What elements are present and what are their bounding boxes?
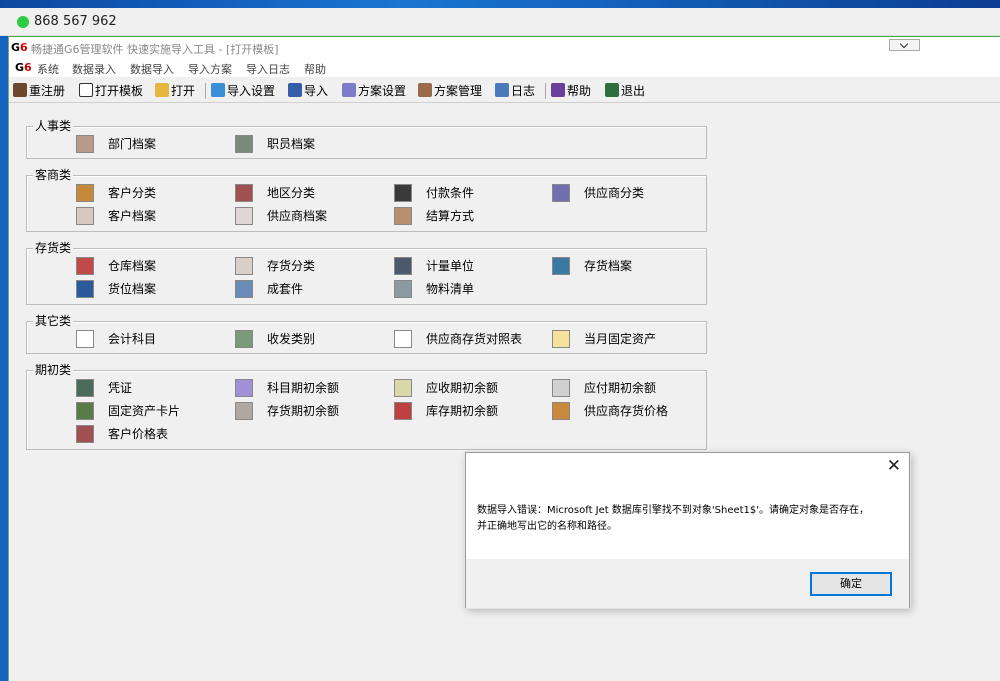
g6-menu-logo-icon[interactable]: G6: [15, 61, 32, 74]
group-title: 其它类: [33, 314, 74, 328]
toolbar-exit-button[interactable]: 退出: [605, 82, 645, 100]
payment-terms-icon: [394, 184, 412, 202]
ok-button[interactable]: 确定: [810, 572, 892, 596]
scheme-settings-icon: [342, 83, 356, 97]
toolbar-open-button[interactable]: 打开: [155, 82, 195, 100]
close-icon[interactable]: ✕: [887, 456, 901, 476]
scheme-manage-icon: [418, 83, 432, 97]
toolbar-scheme-settings-button[interactable]: 方案设置: [342, 82, 406, 100]
group-personnel: 人事类 部门档案 职员档案: [26, 119, 707, 159]
reregister-icon: [13, 83, 27, 97]
menu-data-import[interactable]: 数据导入: [130, 61, 174, 77]
customer-price-list-icon: [76, 425, 94, 443]
toolbar-import-settings-button[interactable]: 导入设置: [211, 82, 275, 100]
warehouse-icon: [76, 257, 94, 275]
import-icon: [288, 83, 302, 97]
unit-icon: [394, 257, 412, 275]
group-other: 其它类 会计科目 收发类别 供应商存货对照表 当月固定资产: [26, 314, 707, 354]
menu-bar: G6 系统 数据录入 数据导入 导入方案 导入日志 帮助: [9, 59, 1000, 77]
menu-data-entry[interactable]: 数据录入: [72, 61, 116, 77]
bom-icon: [394, 280, 412, 298]
menu-help[interactable]: 帮助: [304, 61, 326, 77]
group-customer-supplier: 客商类 客户分类 地区分类 付款条件 供应商分类 客户档案 供应商档案 结算方式: [26, 168, 707, 232]
supplier-category-icon: [552, 184, 570, 202]
supplier-stock-price-icon: [552, 402, 570, 420]
toolbar-separator: [545, 83, 546, 99]
document-icon: [79, 83, 93, 97]
group-title: 客商类: [33, 168, 74, 182]
toolbar-help-button[interactable]: 帮助: [551, 82, 591, 100]
payable-opening-balance-icon: [552, 379, 570, 397]
customer-category-icon: [76, 184, 94, 202]
receivable-opening-balance-icon: [394, 379, 412, 397]
toolbar-scheme-manage-button[interactable]: 方案管理: [418, 82, 482, 100]
toolbar-import-button[interactable]: 导入: [288, 82, 328, 100]
connection-status-icon: [17, 16, 29, 28]
error-message: 数据导入错误：Microsoft Jet 数据库引擎找不到对象'Sheet1$'…: [477, 503, 897, 535]
desktop-top-strip: [0, 0, 1000, 8]
kit-icon: [235, 280, 253, 298]
fixed-assets-month-icon: [552, 330, 570, 348]
remote-id: 868 567 962: [34, 14, 117, 29]
customer-file-icon: [76, 207, 94, 225]
region-category-icon: [235, 184, 253, 202]
error-dialog: ✕ 数据导入错误：Microsoft Jet 数据库引擎找不到对象'Sheet1…: [465, 452, 910, 608]
group-title: 期初类: [33, 363, 74, 377]
exit-door-icon: [605, 83, 619, 97]
folder-open-icon: [155, 83, 169, 97]
group-inventory: 存货类 仓库档案 存货分类 计量单位 存货档案 货位档案 成套件 物料清单: [26, 241, 707, 305]
toolbar-separator: [205, 83, 206, 99]
g6-logo-icon: G6: [11, 41, 28, 54]
title-bar: G6 畅捷通G6管理软件 快速实施导入工具 - [打开模板]: [9, 37, 1000, 59]
receive-send-type-icon: [235, 330, 253, 348]
inventory-opening-balance-icon: [394, 402, 412, 420]
group-opening: 期初类 凭证 科目期初余额 应收期初余额 应付期初余额 固定资产卡片 存货期初余…: [26, 363, 707, 450]
window-title: 畅捷通G6管理软件 快速实施导入工具 - [打开模板]: [31, 43, 279, 56]
employee-icon: [235, 135, 253, 153]
supplier-file-icon: [235, 207, 253, 225]
settlement-method-icon: [394, 207, 412, 225]
subject-opening-balance-icon: [235, 379, 253, 397]
remote-session-bar: 868 567 962: [0, 8, 1000, 36]
menu-import-scheme[interactable]: 导入方案: [188, 61, 232, 77]
toolbar: 重注册 打开模板 打开 导入设置 导入 方案设置 方案管理 日志 帮助 退出: [9, 79, 1000, 103]
location-icon: [76, 280, 94, 298]
stock-category-icon: [235, 257, 253, 275]
department-icon: [76, 135, 94, 153]
toolbar-log-button[interactable]: 日志: [495, 82, 535, 100]
stock-opening-balance-icon: [235, 402, 253, 420]
stock-file-icon: [552, 257, 570, 275]
collapse-button[interactable]: [889, 39, 920, 51]
menu-import-log[interactable]: 导入日志: [246, 61, 290, 77]
menu-system[interactable]: 系统: [37, 61, 59, 77]
fixed-asset-card-icon: [76, 402, 94, 420]
dialog-footer: 确定: [466, 559, 909, 608]
group-title: 人事类: [33, 119, 74, 133]
log-icon: [495, 83, 509, 97]
error-message-line2: 并正确地写出它的名称和路径。: [477, 521, 617, 532]
supplier-stock-map-icon: [394, 330, 412, 348]
account-subject-icon: [76, 330, 94, 348]
settings-icon: [211, 83, 225, 97]
toolbar-open-template-button[interactable]: 打开模板: [79, 82, 143, 100]
voucher-icon: [76, 379, 94, 397]
group-title: 存货类: [33, 241, 74, 255]
help-book-icon: [551, 83, 565, 97]
toolbar-reregister-button[interactable]: 重注册: [13, 82, 65, 100]
error-message-line1: 数据导入错误：Microsoft Jet 数据库引擎找不到对象'Sheet1$'…: [477, 505, 870, 516]
